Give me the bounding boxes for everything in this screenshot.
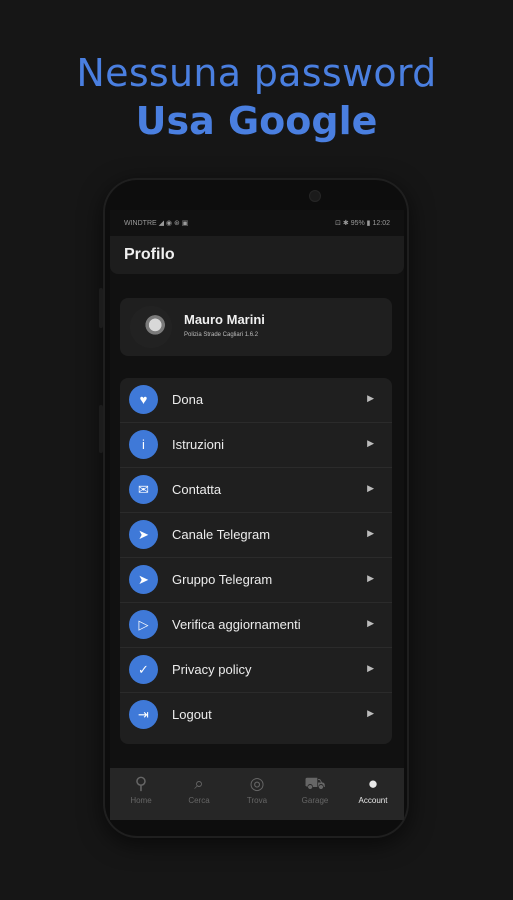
chevron-right-icon: ▶ [367, 483, 374, 493]
menu-item-label: Logout [172, 707, 212, 722]
page-title: Profilo [124, 246, 175, 263]
phone-side-button [99, 405, 103, 453]
status-right: ⊡ ✱ 95% ▮ 12:02 [335, 220, 390, 227]
profile-name: Mauro Marini [184, 312, 265, 327]
headline-line-1: Nessuna password [76, 51, 437, 95]
menu-item-istruzioni[interactable]: i Istruzioni ▶ [120, 423, 392, 468]
menu-item-label: Contatta [172, 482, 222, 497]
camera-icon [309, 190, 321, 202]
chevron-right-icon: ▶ [367, 438, 374, 448]
settings-menu: ♥ Dona ▶ i Istruzioni ▶ ✉ Contatta ▶ ➤ Canale Tele… [120, 378, 392, 744]
headline-line-2: Usa Google [135, 99, 378, 143]
shield-check-icon: ✓ [129, 655, 158, 684]
menu-item-dona[interactable]: ♥ Dona ▶ [120, 378, 392, 423]
status-bar: WINDTRE ◢ ◉ ⊛ ▣ ⊡ ✱ 95% ▮ 12:02 [110, 210, 404, 236]
chevron-right-icon: ▶ [367, 708, 374, 718]
menu-item-label: Dona [172, 392, 204, 407]
compass-icon: ◎ [249, 774, 265, 793]
tab-label: Garage [301, 796, 329, 805]
menu-item-contatta[interactable]: ✉ Contatta ▶ [120, 468, 392, 513]
logout-icon: ⇥ [129, 700, 158, 729]
tab-cerca[interactable]: ⌕ Cerca [170, 774, 228, 805]
telegram-icon: ➤ [129, 565, 158, 594]
location-pin-icon: ⚲ [134, 774, 148, 793]
menu-item-label: Istruzioni [172, 437, 225, 452]
menu-item-label: Canale Telegram [172, 527, 271, 542]
menu-item-gruppo-telegram[interactable]: ➤ Gruppo Telegram ▶ [120, 558, 392, 603]
tab-label: Trova [246, 796, 268, 805]
tab-home[interactable]: ⚲ Home [112, 774, 170, 805]
info-icon: i [129, 430, 158, 459]
menu-item-logout[interactable]: ⇥ Logout ▶ [120, 693, 392, 737]
heart-icon: ♥ [129, 385, 158, 414]
phone-side-button [99, 288, 103, 328]
mail-icon: ✉ [129, 475, 158, 504]
status-carrier: WINDTRE ◢ ◉ ⊛ ▣ [124, 220, 189, 227]
menu-item-label: Gruppo Telegram [172, 572, 273, 587]
tab-label: Account [358, 796, 388, 805]
tab-garage[interactable]: ⛟ Garage [286, 774, 344, 805]
bottom-tab-bar: ⚲ Home ⌕ Cerca ◎ Trova ⛟ Garage ● Account [110, 768, 404, 820]
profile-subtitle: Polizia Strade Cagliari 1.6.2 [184, 332, 259, 338]
search-icon: ⌕ [194, 774, 204, 793]
car-icon: ⛟ [304, 774, 326, 793]
avatar [130, 306, 172, 348]
chevron-right-icon: ▶ [367, 663, 374, 673]
chevron-right-icon: ▶ [367, 573, 374, 583]
chevron-right-icon: ▶ [367, 528, 374, 538]
menu-item-label: Privacy policy [172, 662, 252, 677]
menu-item-privacy-policy[interactable]: ✓ Privacy policy ▶ [120, 648, 392, 693]
chevron-right-icon: ▶ [367, 393, 374, 403]
telegram-icon: ➤ [129, 520, 158, 549]
promo-headline: Nessuna password Usa Google [0, 50, 513, 146]
profile-card[interactable]: Mauro Marini Polizia Strade Cagliari 1.6… [120, 298, 392, 356]
chevron-right-icon: ▶ [367, 618, 374, 628]
app-screen: WINDTRE ◢ ◉ ⊛ ▣ ⊡ ✱ 95% ▮ 12:02 Profilo … [110, 210, 404, 820]
tab-account[interactable]: ● Account [344, 774, 402, 805]
menu-item-verifica-aggiornamenti[interactable]: ▷ Verifica aggiornamenti ▶ [120, 603, 392, 648]
tab-trova[interactable]: ◎ Trova [228, 774, 286, 805]
menu-item-label: Verifica aggiornamenti [172, 617, 301, 632]
app-header: Profilo [110, 236, 404, 274]
play-store-icon: ▷ [129, 610, 158, 639]
menu-item-canale-telegram[interactable]: ➤ Canale Telegram ▶ [120, 513, 392, 558]
tab-label: Cerca [188, 796, 210, 805]
person-icon: ● [367, 774, 379, 793]
tab-label: Home [130, 796, 152, 805]
